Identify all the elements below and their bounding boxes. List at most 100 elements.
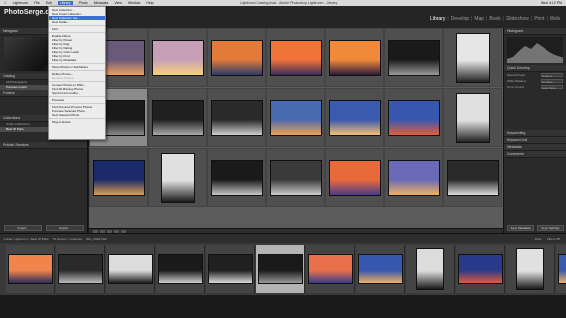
filmstrip-source[interactable]: Folder: Lightroom > Best Of Paris <box>4 237 49 241</box>
filmstrip-frame[interactable] <box>306 245 355 293</box>
tone-control-button[interactable]: Auto Tone <box>541 85 563 90</box>
menu-help[interactable]: Help <box>146 1 153 5</box>
grid-cell[interactable] <box>325 88 384 147</box>
filmstrip-header: Folder: Lightroom > Best Of Paris 79 pho… <box>0 233 566 243</box>
filmstrip-frame[interactable] <box>156 245 205 293</box>
filmstrip-frame[interactable] <box>456 245 505 293</box>
photo-thumbnail <box>329 160 381 196</box>
photo-thumbnail <box>329 100 381 136</box>
grid-cell[interactable] <box>325 28 384 87</box>
publish-services-header[interactable]: Publish Services <box>0 142 87 149</box>
menu-item[interactable]: Synchronize Folder... <box>49 91 105 95</box>
module-separator: | <box>546 16 548 22</box>
menu-file[interactable]: File <box>34 1 40 5</box>
menu-item[interactable]: Find <box>49 27 105 31</box>
photo-thumbnail <box>152 100 204 136</box>
module-book[interactable]: Book <box>489 16 500 22</box>
photo-thumbnail <box>270 160 322 196</box>
metadata-header[interactable]: Metadata <box>504 144 566 151</box>
menu-item[interactable]: Show Photos in Subfolders <box>49 65 105 69</box>
photo-thumbnail <box>58 254 103 284</box>
grid-cell[interactable] <box>266 28 325 87</box>
menu-photo[interactable]: Photo <box>79 1 88 5</box>
filmstrip-frame[interactable] <box>356 245 405 293</box>
grid-cell[interactable] <box>148 28 207 87</box>
menu-view[interactable]: View <box>114 1 122 5</box>
sync-settings-button[interactable]: Sync Settings <box>537 225 564 231</box>
grid-cell[interactable] <box>207 28 266 87</box>
menu-item[interactable]: Plug-in Extras <box>49 120 105 124</box>
grid-cell[interactable] <box>325 148 384 207</box>
module-library[interactable]: Library <box>430 16 445 22</box>
bottom-area <box>0 295 566 318</box>
comments-header[interactable]: Comments <box>504 151 566 158</box>
grid-cell[interactable] <box>384 148 443 207</box>
export-button[interactable]: Export... <box>46 225 84 231</box>
menu-item[interactable]: Filter by Metadata <box>49 58 105 62</box>
menu-edit[interactable]: Edit <box>46 1 52 5</box>
menu-item[interactable]: Rename Photos... <box>49 76 105 80</box>
menu-divider <box>49 70 105 71</box>
histogram-graph <box>507 37 563 63</box>
grid-cell[interactable] <box>148 88 207 147</box>
sync-metadata-button[interactable]: Sync Metadata <box>507 225 534 231</box>
grid-cell[interactable] <box>443 88 502 147</box>
menu-lightroom[interactable]: Lightroom <box>13 1 29 5</box>
menu-divider <box>49 103 105 104</box>
module-slideshow[interactable]: Slideshow <box>506 16 529 22</box>
menu-item[interactable]: New Folder... <box>49 20 105 24</box>
module-develop[interactable]: Develop <box>451 16 469 22</box>
grid-cell[interactable] <box>266 148 325 207</box>
grid-cell[interactable] <box>384 28 443 87</box>
module-separator: | <box>502 16 505 22</box>
grid-cell[interactable] <box>384 88 443 147</box>
module-web[interactable]: Web <box>550 16 560 22</box>
file-menu-dropdown: New Collection... New Smart Collection...… <box>48 6 106 140</box>
menu-library[interactable]: Library <box>57 1 73 5</box>
photo-thumbnail <box>308 254 353 284</box>
module-print[interactable]: Print <box>534 16 544 22</box>
white-balance-dropdown[interactable]: As Shot <box>541 79 563 84</box>
filmstrip-frame[interactable] <box>56 245 105 293</box>
histogram-header[interactable]: Histogram <box>504 28 566 35</box>
photo-thumbnail <box>158 254 203 284</box>
filmstrip-count: 79 photos / 1 selected <box>52 236 82 241</box>
keyword-list-header[interactable]: Keyword List <box>504 137 566 144</box>
photo-thumbnail <box>211 100 263 136</box>
saved-preset-dropdown[interactable]: Custom <box>541 73 563 78</box>
keywording-header[interactable]: Keywording <box>504 130 566 137</box>
filmstrip-frame[interactable] <box>406 245 455 293</box>
photo-thumbnail <box>456 93 490 143</box>
filmstrip-frame[interactable] <box>206 245 255 293</box>
row-label: White Balance <box>507 79 527 83</box>
import-button[interactable]: Import... <box>4 225 42 231</box>
grid-cell[interactable] <box>266 88 325 147</box>
apple-icon[interactable]:  <box>4 1 7 5</box>
photo-thumbnail <box>208 254 253 284</box>
quick-develop-header[interactable]: Quick Develop <box>504 65 566 72</box>
grid-cell[interactable] <box>207 148 266 207</box>
grid-cell[interactable] <box>443 148 502 207</box>
grid-cell[interactable] <box>443 28 502 87</box>
menu-divider <box>49 32 105 33</box>
filmstrip-frame[interactable] <box>106 245 155 293</box>
menu-divider <box>49 118 105 119</box>
module-map[interactable]: Map <box>474 16 484 22</box>
filmstrip-frame[interactable] <box>256 245 305 293</box>
photo-thumbnail <box>447 160 499 196</box>
window-title: Lightroom Catalog.lrcat - Adobe Photosho… <box>240 1 338 5</box>
menu-item[interactable]: Previews <box>49 98 105 102</box>
filmstrip-frame[interactable] <box>556 245 566 293</box>
filmstrip-frame[interactable] <box>6 245 55 293</box>
grid-cell[interactable] <box>89 148 148 207</box>
module-separator: | <box>471 16 473 22</box>
menu-window[interactable]: Window <box>128 1 140 5</box>
filter-dropdown[interactable]: Filters Off <box>547 237 560 241</box>
photo-thumbnail <box>93 160 145 196</box>
menu-metadata[interactable]: Metadata <box>94 1 109 5</box>
filmstrip-frame[interactable] <box>506 245 555 293</box>
library-grid <box>89 28 503 228</box>
grid-cell[interactable] <box>207 88 266 147</box>
menu-item[interactable]: Next Selected Photo <box>49 113 105 117</box>
grid-cell[interactable] <box>148 148 207 207</box>
